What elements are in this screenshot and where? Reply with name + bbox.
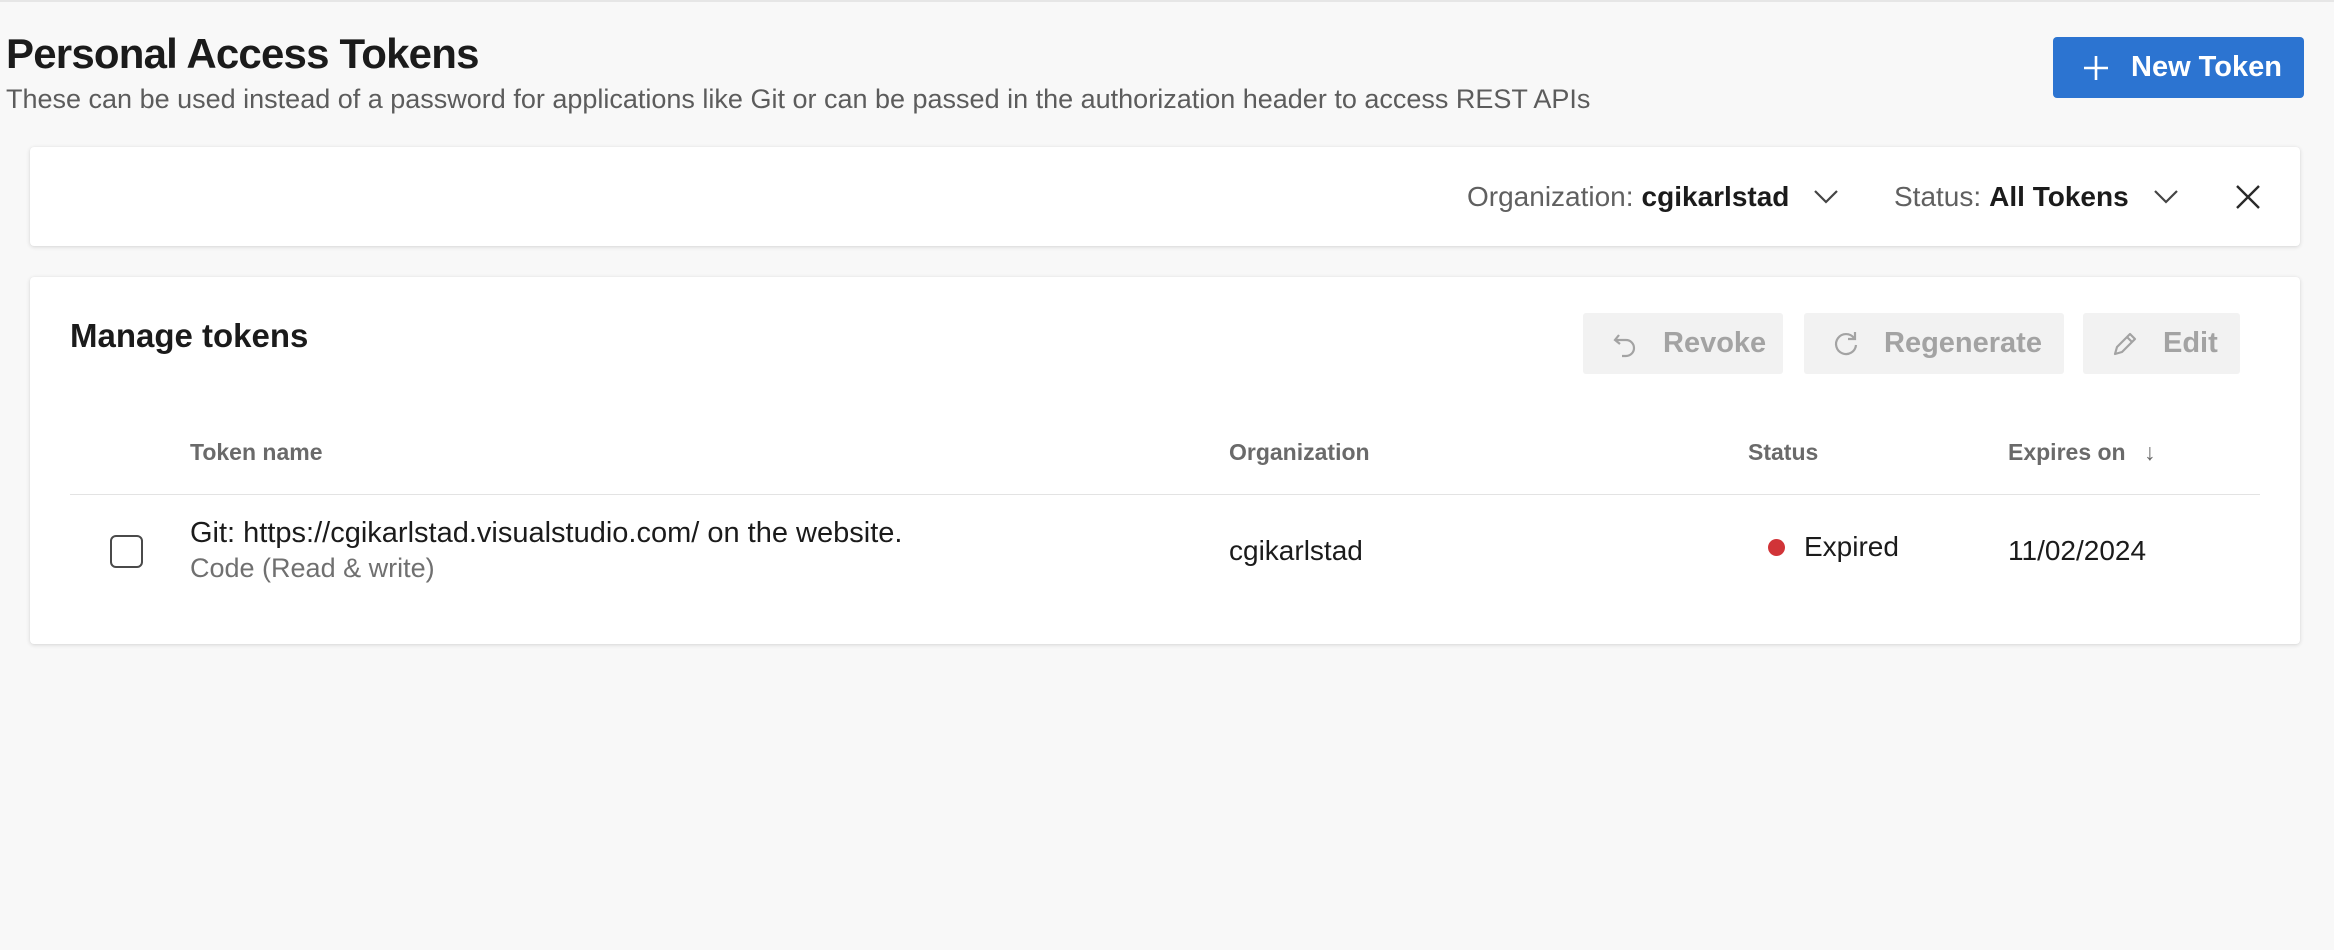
edit-label: Edit <box>2163 327 2218 359</box>
row-checkbox[interactable] <box>110 535 143 568</box>
page: Personal Access Tokens These can be used… <box>0 0 2334 950</box>
expires-header-label: Expires on <box>2008 439 2126 465</box>
regenerate-label: Regenerate <box>1884 327 2042 359</box>
organization-filter-dropdown[interactable]: Organization: cgikarlstad <box>1467 147 1839 246</box>
top-divider <box>0 0 2334 2</box>
status-filter-label: Status: <box>1894 180 1982 212</box>
organization-filter-label: Organization: <box>1467 180 1634 212</box>
manage-tokens-card: Manage tokens Revoke Regenerate Edit Tok… <box>30 277 2300 644</box>
column-header-expires-on[interactable]: Expires on ↓ <box>2008 439 2156 466</box>
token-status: Expired <box>1804 531 1899 562</box>
arrow-down-icon: ↓ <box>2144 439 2156 465</box>
status-filter-dropdown[interactable]: Status: All Tokens <box>1894 147 2179 246</box>
pencil-icon <box>2113 332 2137 355</box>
edit-button[interactable]: Edit <box>2083 313 2240 374</box>
refresh-icon <box>1834 331 1858 355</box>
chevron-down-icon <box>2153 189 2178 204</box>
token-name: Git: https://cgikarlstad.visualstudio.co… <box>190 517 903 549</box>
new-token-label: New Token <box>2131 51 2282 83</box>
column-header-organization[interactable]: Organization <box>1229 439 1370 466</box>
manage-tokens-title: Manage tokens <box>70 317 309 354</box>
column-header-status[interactable]: Status <box>1748 439 1818 466</box>
status-indicator-icon <box>1768 539 1785 556</box>
column-header-token-name[interactable]: Token name <box>190 439 323 466</box>
token-expires-on: 11/02/2024 <box>2008 535 2147 566</box>
plus-icon <box>2084 55 2108 80</box>
filter-bar: Organization: cgikarlstad Status: All To… <box>30 147 2300 246</box>
page-title: Personal Access Tokens <box>6 30 479 77</box>
organization-filter-value: cgikarlstad <box>1641 180 1790 212</box>
token-scope: Code (Read & write) <box>190 553 435 583</box>
regenerate-button[interactable]: Regenerate <box>1804 313 2064 374</box>
revoke-label: Revoke <box>1663 327 1767 359</box>
revoke-button[interactable]: Revoke <box>1583 313 1783 374</box>
status-filter-value: All Tokens <box>1989 180 2129 212</box>
clear-filters-button[interactable] <box>2228 177 2268 217</box>
chevron-down-icon <box>1814 189 1839 204</box>
close-icon <box>2236 185 2260 209</box>
header-divider <box>70 494 2260 495</box>
token-organization: cgikarlstad <box>1229 535 1363 566</box>
page-subtitle: These can be used instead of a password … <box>6 84 1591 114</box>
undo-icon <box>1613 333 1636 357</box>
new-token-button[interactable]: New Token <box>2053 37 2304 98</box>
